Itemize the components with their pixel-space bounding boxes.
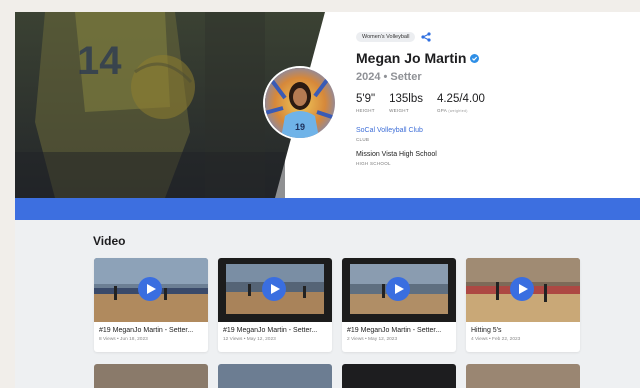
stat-value: 4.25/4.00 [436,93,485,105]
video-card-thumbnail[interactable] [466,364,580,388]
profile-page: 14 19 Women's Volleyball Megan Jo Martin… [15,12,640,388]
video-thumbnail[interactable] [466,258,580,322]
video-grid-row-2 [94,364,580,388]
sport-badge: Women's Volleyball [356,32,416,42]
video-meta: 8 Views • Jun 18, 2023 [99,337,148,342]
verified-check-icon [470,53,480,63]
video-title[interactable]: Hitting 5's [466,322,580,334]
class-position: 2024 • Setter [356,71,422,83]
video-thumbnail[interactable] [342,258,456,322]
stat-height: 5'9" HEIGHT [356,93,375,113]
video-title[interactable]: #19 MeganJo Martin - Setter... [94,322,208,334]
video-section-title: Video [93,234,126,248]
athlete-stats: 5'9" HEIGHT 135lbs WEIGHT 4.25/4.00 GPA … [356,93,626,113]
accent-band [15,198,640,220]
play-icon[interactable] [510,277,534,301]
club-link[interactable]: SoCal Volleyball Club [356,127,626,134]
video-card[interactable]: #19 MeganJo Martin - Setter... 8 Views •… [94,258,208,352]
profile-hero: 14 19 Women's Volleyball Megan Jo Martin… [15,12,640,198]
video-meta: 4 Views • Feb 22, 2023 [471,337,521,342]
video-grid: #19 MeganJo Martin - Setter... 8 Views •… [94,258,580,352]
stat-label-row: GPA (weighted) [437,108,485,113]
video-thumbnail[interactable] [94,258,208,322]
video-card-thumbnail[interactable] [342,364,456,388]
share-icon[interactable] [421,32,432,42]
athlete-name: Megan Jo Martin [356,50,467,66]
video-meta: 2 Views • May 12, 2023 [347,337,398,342]
video-card-thumbnail[interactable] [94,364,208,388]
high-school-label: HIGH SCHOOL [356,161,391,166]
stat-note: (weighted) [448,109,468,113]
stat-label: GPA [436,108,447,113]
stat-value: 135lbs [389,93,423,105]
play-icon[interactable] [262,277,286,301]
video-card[interactable]: Hitting 5's 4 Views • Feb 22, 2023 [466,258,580,352]
play-icon[interactable] [138,277,162,301]
video-meta: 12 Views • May 12, 2023 [223,337,276,342]
high-school-name: Mission Vista High School [356,151,437,158]
stat-value: 5'9" [356,93,376,105]
stat-label: HEIGHT [356,108,375,113]
hero-jersey-number: 14 [77,39,122,83]
video-card-thumbnail[interactable] [218,364,332,388]
athlete-avatar: 19 [265,68,335,138]
video-title[interactable]: #19 MeganJo Martin - Setter... [342,322,456,334]
video-thumbnail[interactable] [218,258,332,322]
stat-label: WEIGHT [389,108,409,113]
stat-gpa: 4.25/4.00 GPA (weighted) [437,93,485,113]
club-label: CLUB [356,137,370,142]
video-title[interactable]: #19 MeganJo Martin - Setter... [218,322,332,334]
video-card[interactable]: #19 MeganJo Martin - Setter... 12 Views … [218,258,332,352]
play-icon[interactable] [386,277,410,301]
athlete-info: Women's Volleyball Megan Jo Martin 2024 … [356,32,626,166]
avatar-jersey-number: 19 [295,122,305,132]
stat-weight: 135lbs WEIGHT [389,93,423,113]
video-card[interactable]: #19 MeganJo Martin - Setter... 2 Views •… [342,258,456,352]
